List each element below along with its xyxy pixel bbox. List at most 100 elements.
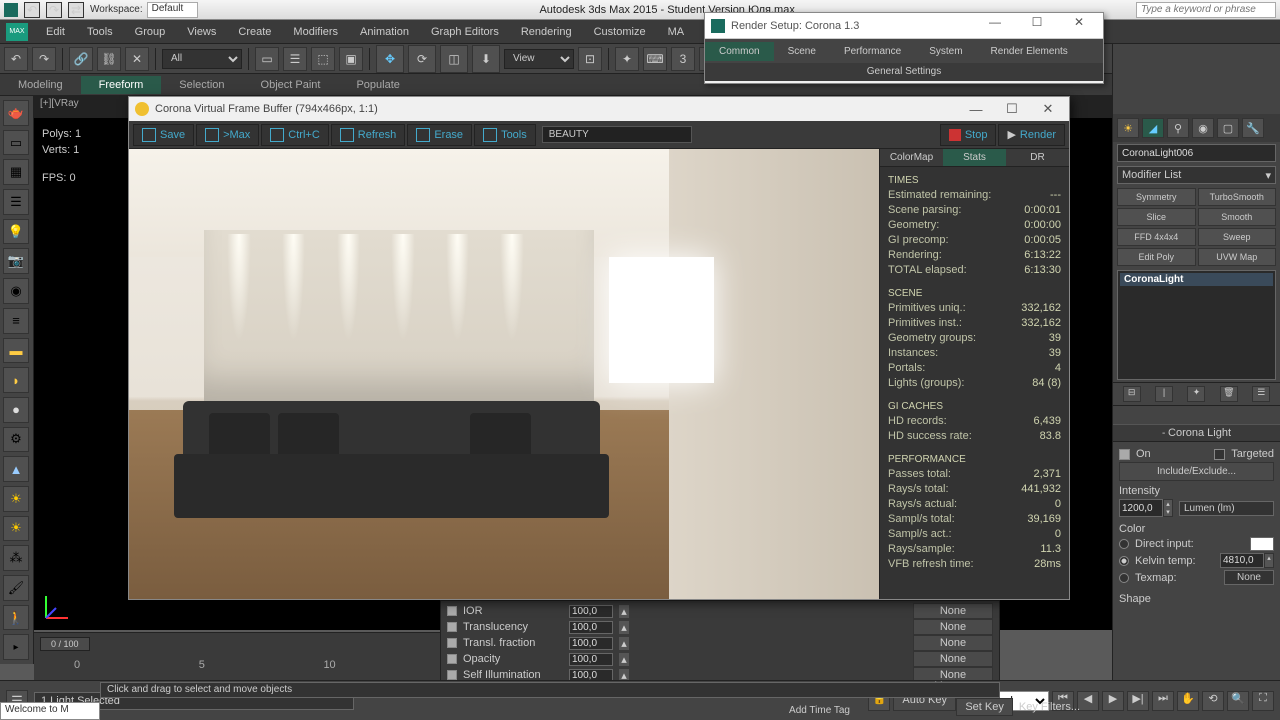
menu-edit[interactable]: Edit [36, 23, 75, 41]
add-time-tag[interactable]: Add Time Tag [789, 705, 850, 716]
mod-ffd[interactable]: FFD 4x4x4 [1117, 228, 1196, 246]
link-icon[interactable]: ⇄ [68, 2, 84, 18]
place-button[interactable]: ⬇ [472, 45, 500, 73]
menu-create[interactable]: Create [228, 23, 281, 41]
move-button[interactable]: ✥ [376, 45, 404, 73]
rs-tab-common[interactable]: Common [705, 42, 774, 61]
pan-icon[interactable]: ✋ [1177, 691, 1199, 711]
dome-icon[interactable]: ◗ [3, 367, 29, 393]
key-filters-button[interactable]: Key Filters... [1019, 701, 1080, 713]
include-exclude-button[interactable]: Include/Exclude... [1119, 462, 1274, 481]
rollout-corona-light[interactable]: - Corona Light [1113, 424, 1280, 442]
maxscript-listener[interactable]: Welcome to M [0, 702, 100, 720]
mod-turbosmooth[interactable]: TurboSmooth [1198, 188, 1277, 206]
vfb-tab-stats[interactable]: Stats [943, 149, 1006, 166]
keyboard-button[interactable]: ⌨ [643, 47, 667, 71]
hierarchy-tab-icon[interactable]: ⚲ [1167, 118, 1189, 138]
texmap-button[interactable]: None [1224, 570, 1274, 585]
box-icon[interactable]: ▬ [3, 338, 29, 364]
goto-end-icon[interactable]: ⏭ [1152, 691, 1174, 711]
select-name-button[interactable]: ☰ [283, 47, 307, 71]
on-checkbox[interactable] [1119, 449, 1130, 460]
selection-filter[interactable]: All [162, 49, 242, 69]
menu-graph-editors[interactable]: Graph Editors [421, 23, 509, 41]
color-swatch[interactable] [1250, 537, 1274, 551]
next-frame-icon[interactable]: ▶| [1127, 691, 1149, 711]
select-region-button[interactable]: ⬚ [311, 47, 335, 71]
rs-tab-system[interactable]: System [915, 42, 976, 61]
vfb-ctrlc-button[interactable]: Ctrl+C [261, 124, 328, 146]
checkbox-icon[interactable] [447, 606, 457, 616]
ribbon-object-paint[interactable]: Object Paint [243, 76, 339, 94]
menu-rendering[interactable]: Rendering [511, 23, 582, 41]
expand-icon[interactable]: ▸ [3, 634, 29, 660]
vfb-refresh-button[interactable]: Refresh [331, 124, 406, 146]
snap-button[interactable]: 3 [671, 47, 695, 71]
direct-radio[interactable] [1119, 539, 1129, 549]
time-slider[interactable]: 0 / 100 [40, 637, 90, 651]
menu-animation[interactable]: Animation [350, 23, 419, 41]
grid-icon[interactable]: ▦ [3, 159, 29, 185]
window-crossing-button[interactable]: ▣ [339, 47, 363, 71]
render-setup-titlebar[interactable]: Render Setup: Corona 1.3 — ☐ ✕ [705, 13, 1103, 39]
bind-button[interactable]: ✕ [125, 47, 149, 71]
orbit-icon[interactable]: ⟲ [1202, 691, 1224, 711]
modify-tab-icon[interactable]: ◢ [1142, 118, 1164, 138]
rotate-button[interactable]: ⟳ [408, 45, 436, 73]
sphere-icon[interactable]: ● [3, 397, 29, 423]
vfb-erase-button[interactable]: Erase [407, 124, 472, 146]
workspace-selector[interactable]: Default [147, 2, 199, 18]
paint-icon[interactable]: 🖌 [3, 575, 29, 601]
menu-views[interactable]: Views [177, 23, 226, 41]
render-preview[interactable] [129, 149, 879, 599]
redo-icon[interactable]: ↷ [46, 2, 62, 18]
menu-modifiers[interactable]: Modifiers [283, 23, 348, 41]
prev-frame-icon[interactable]: ◀ [1077, 691, 1099, 711]
targeted-checkbox[interactable] [1214, 449, 1225, 460]
kelvin-field[interactable] [1220, 553, 1264, 568]
rs-tab-elements[interactable]: Render Elements [977, 42, 1082, 61]
unlink-button[interactable]: ⛓ [97, 47, 121, 71]
ribbon-freeform[interactable]: Freeform [81, 76, 162, 94]
vfb-tab-dr[interactable]: DR [1006, 149, 1069, 166]
undo-icon[interactable]: ↶ [24, 2, 40, 18]
teapot-icon[interactable]: 🫖 [3, 100, 29, 126]
list-icon[interactable]: ☰ [3, 189, 29, 215]
make-unique-icon[interactable]: ✦ [1187, 386, 1205, 402]
select-object-button[interactable]: ▭ [255, 47, 279, 71]
stack-item[interactable]: CoronaLight [1120, 273, 1273, 286]
vfb-close-icon[interactable]: ✕ [1033, 101, 1063, 117]
scale-button[interactable]: ◫ [440, 45, 468, 73]
undo-button[interactable]: ↶ [4, 47, 28, 71]
menu-group[interactable]: Group [125, 23, 176, 41]
frame-icon[interactable]: ▭ [3, 130, 29, 156]
menu-tools[interactable]: Tools [77, 23, 123, 41]
show-end-icon[interactable]: | [1155, 386, 1173, 402]
pivot-button[interactable]: ⊡ [578, 47, 602, 71]
vfb-titlebar[interactable]: Corona Virtual Frame Buffer (794x466px, … [129, 97, 1069, 121]
ribbon-populate[interactable]: Populate [338, 76, 417, 94]
vfb-tools-button[interactable]: Tools [474, 124, 536, 146]
intensity-field[interactable] [1119, 499, 1163, 517]
mod-editpoly[interactable]: Edit Poly [1117, 248, 1196, 266]
gear-icon[interactable]: ⚙ [3, 427, 29, 453]
create-tab-icon[interactable]: ☀ [1117, 118, 1139, 138]
remove-mod-icon[interactable]: 🗑 [1220, 386, 1238, 402]
motion-tab-icon[interactable]: ◉ [1192, 118, 1214, 138]
close-icon[interactable]: ✕ [1061, 15, 1097, 37]
max-logo[interactable]: MAX [6, 23, 28, 41]
vfb-stop-button[interactable]: Stop [940, 124, 997, 146]
vfb-save-button[interactable]: Save [133, 124, 194, 146]
particles-icon[interactable]: ⁂ [3, 545, 29, 571]
manipulate-button[interactable]: ✦ [615, 47, 639, 71]
vfb-maximize-icon[interactable]: ☐ [997, 101, 1027, 117]
configure-icon[interactable]: ☰ [1252, 386, 1270, 402]
sun-icon[interactable]: ☀ [3, 486, 29, 512]
biped-icon[interactable]: 🚶 [3, 605, 29, 631]
display-tab-icon[interactable]: ▢ [1217, 118, 1239, 138]
vfb-channel-select[interactable]: BEAUTY [542, 126, 692, 143]
kelvin-radio[interactable] [1119, 556, 1129, 566]
mod-smooth[interactable]: Smooth [1198, 208, 1277, 226]
vfb-minimize-icon[interactable]: — [961, 102, 991, 117]
vfb-tab-colormap[interactable]: ColorMap [880, 149, 943, 166]
